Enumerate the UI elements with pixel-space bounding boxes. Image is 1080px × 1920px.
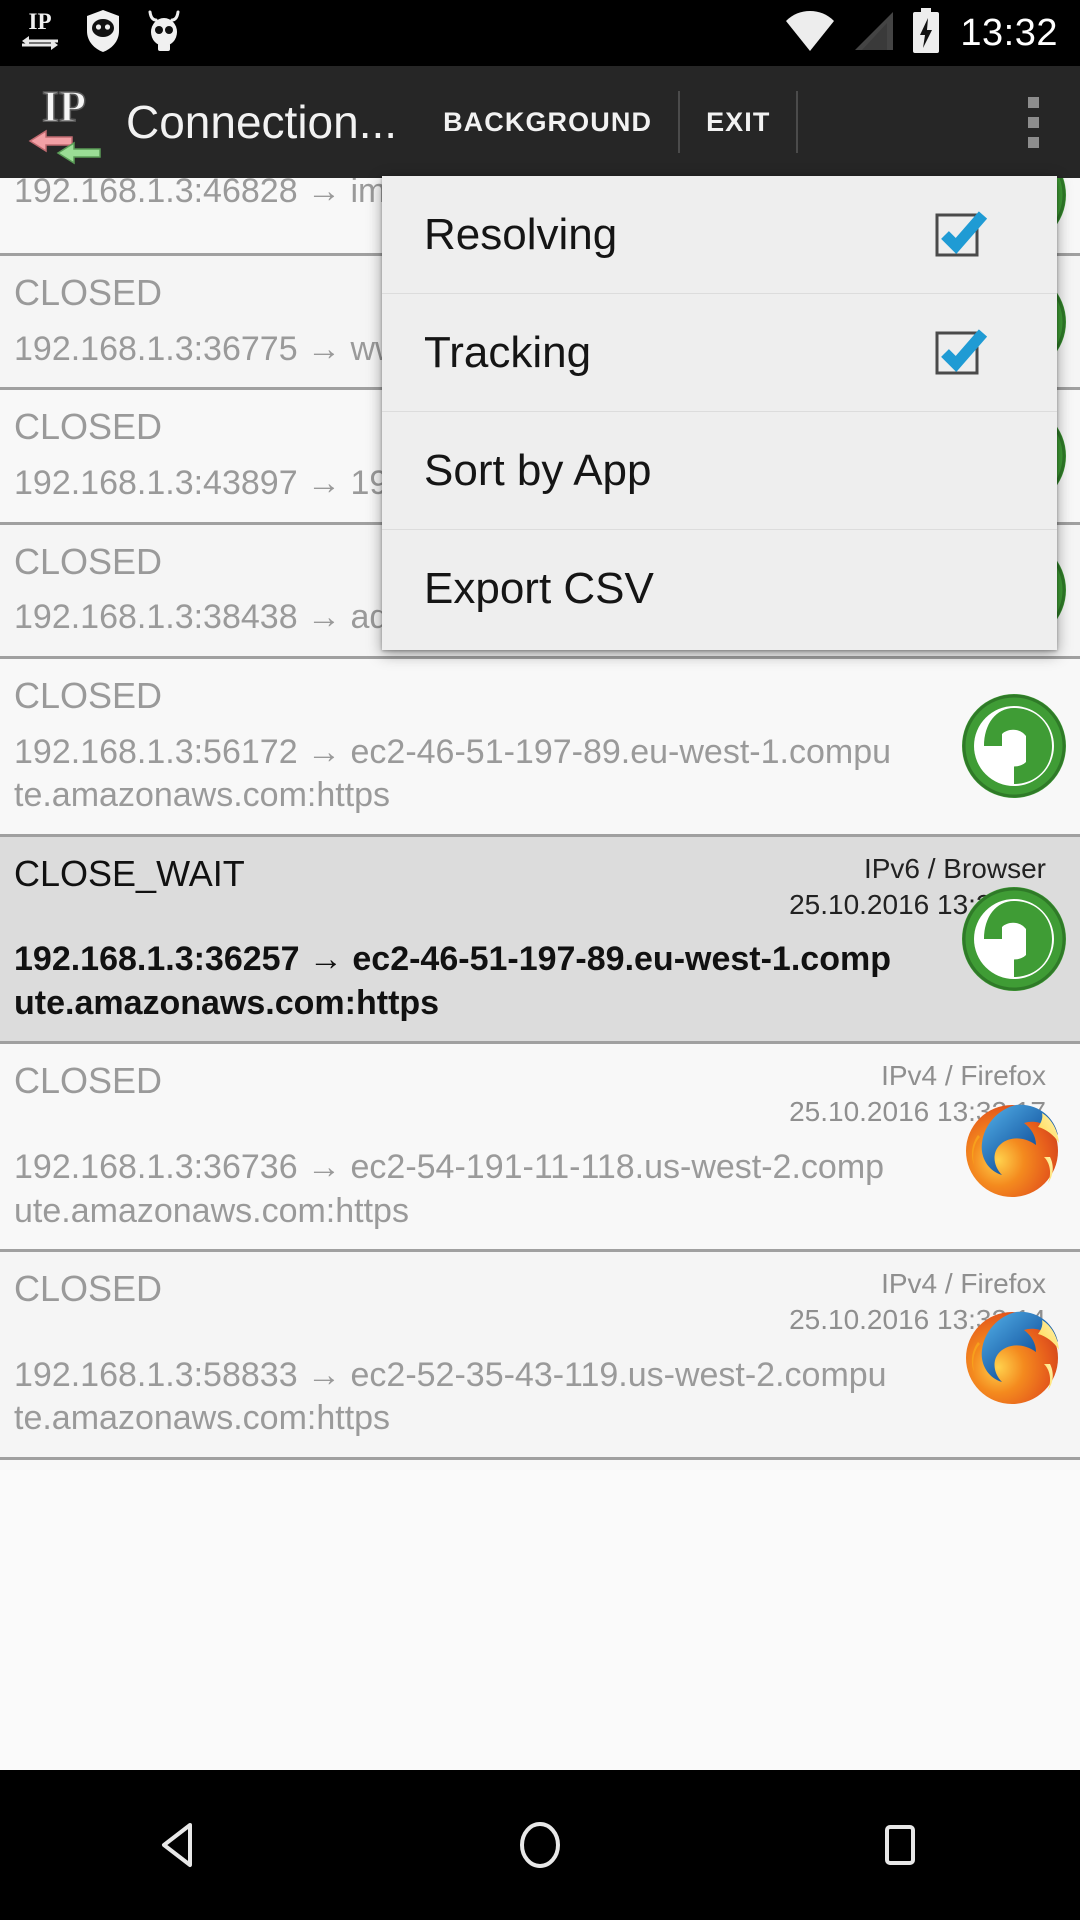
action-bar: IP Connection... BACKGROUND EXIT (0, 66, 1080, 178)
menu-item-label: Resolving (424, 209, 618, 259)
status-badge: CLOSED (14, 674, 163, 716)
recents-square-icon[interactable] (840, 1785, 960, 1905)
menu-item-label: Sort by App (424, 445, 652, 495)
status-badge: CLOSED (14, 1060, 163, 1102)
table-row[interactable]: CLOSE_WAIT IPv6 / Browser 25.10.2016 13:29… (0, 836, 1080, 1045)
action-divider-2 (796, 91, 799, 153)
menu-item-export-csv[interactable]: Export CSV (382, 530, 1057, 648)
menu-item-resolving[interactable]: Resolving (382, 176, 1057, 294)
shield-mask-icon (84, 8, 122, 59)
row-header: CLOSED (14, 673, 1058, 715)
row-protocol-app: IPv4 / Firefox (881, 1060, 1046, 1092)
checkbox-resolving[interactable] (933, 208, 988, 262)
exit-button[interactable]: EXIT (680, 66, 796, 178)
row-protocol-app: IPv4 / Firefox (881, 1268, 1046, 1300)
table-row[interactable]: CLOSEDIPv4 / Firefox25.10.2016 13:32:101… (0, 1459, 1080, 1470)
menu-item-tracking[interactable]: Tracking (382, 294, 1057, 412)
row-connection-text: 192.168.1.3:56172 → ec2-46-51-197-89.eu-… (14, 732, 892, 815)
status-badge: CLOSE_WAIT (14, 852, 245, 894)
battery-charging-icon (910, 7, 942, 59)
background-button[interactable]: BACKGROUND (417, 66, 678, 178)
status-badge: CLOSED (14, 1268, 163, 1310)
ip-arrows-icon: IP (18, 7, 62, 60)
cellular-signal-icon (850, 9, 896, 58)
system-nav-bar (0, 1770, 1080, 1920)
page-title: Connection... (126, 96, 398, 148)
cyanogenmod-skull-icon (144, 8, 184, 59)
menu-item-label: Tracking (424, 327, 592, 377)
status-badge: CLOSED (14, 272, 163, 313)
overflow-menu-icon[interactable] (994, 66, 1080, 178)
status-bar: IP 13:32 (0, 0, 1080, 66)
status-bar-notification-icons: IP (0, 7, 184, 60)
checkbox-tracking[interactable] (933, 326, 988, 380)
row-header: CLOSED IPv4 / Firefox 25.10.2016 13:32:17 (14, 1058, 1058, 1130)
overflow-dot-3 (1027, 136, 1039, 148)
firefox-icon (958, 1298, 1070, 1410)
action-bar-buttons: BACKGROUND EXIT (417, 66, 799, 178)
ip-app-logo-icon: IP (22, 79, 108, 165)
status-bar-clock: 13:32 (960, 11, 1058, 54)
svg-text:IP: IP (42, 82, 86, 131)
table-row[interactable]: CLOSED IPv4 / Firefox 25.10.2016 13:32:14 1… (0, 1252, 1080, 1460)
overflow-popup-menu[interactable]: Resolving Tracking Sort by App Export CSV (382, 176, 1057, 650)
row-protocol-app: IPv6 / Browser (863, 852, 1046, 884)
row-connection-text: 192.168.1.3:58833 → ec2-52-35-43-119.us-… (14, 1355, 887, 1438)
row-connection-text: 192.168.1.3:36257 → ec2-46-51-197-89.eu-… (14, 940, 891, 1022)
menu-item-label: Export CSV (424, 564, 654, 613)
svg-text:IP: IP (29, 9, 52, 34)
firefox-icon (958, 1091, 1070, 1203)
back-triangle-icon[interactable] (120, 1785, 240, 1905)
status-bar-system-icons: 13:32 (784, 7, 1080, 59)
overflow-dot-1 (1027, 96, 1039, 108)
row-connection-text: 192.168.1.3:36736 → ec2-54-191-11-118.us… (14, 1148, 885, 1230)
screen-root: IP 13:32 IP Connection... BACKGROUND EXI… (0, 0, 1080, 1920)
status-badge: CLOSED (14, 406, 163, 448)
home-circle-icon[interactable] (480, 1785, 600, 1905)
status-badge: CLOSED (14, 540, 163, 582)
row-header: CLOSED IPv4 / Firefox 25.10.2016 13:32:14 (14, 1266, 1058, 1338)
table-row[interactable]: CLOSED IPv4 / Firefox 25.10.2016 13:32:17 1… (0, 1044, 1080, 1253)
green-browser-icon (958, 883, 1070, 995)
overflow-dot-2 (1027, 116, 1039, 128)
green-browser-icon (958, 690, 1070, 802)
wifi-icon (784, 9, 836, 58)
menu-item-sort-by-app[interactable]: Sort by App (382, 412, 1057, 530)
table-row[interactable]: CLOSED 192.168.1.3:56172 → ec2-46-51-197-… (0, 658, 1080, 837)
row-header: CLOSE_WAIT IPv6 / Browser 25.10.2016 13:29… (14, 851, 1058, 923)
